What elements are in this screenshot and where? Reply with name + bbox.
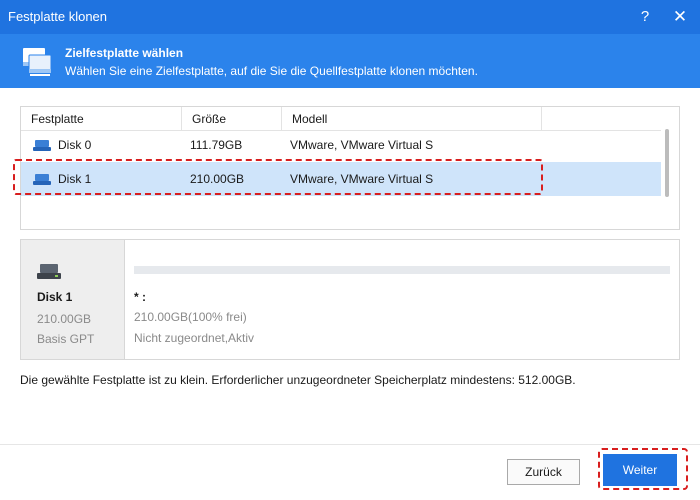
partition-info: 210.00GB(100% frei) xyxy=(134,310,247,324)
disk-icon xyxy=(33,140,51,151)
partition-label: * : xyxy=(134,290,146,304)
disk-summary: Disk 1 210.00GB Basis GPT xyxy=(21,240,125,359)
help-icon[interactable]: ? xyxy=(634,6,656,28)
footer-divider xyxy=(0,444,700,445)
partition-bar xyxy=(134,266,670,274)
step-title: Zielfestplatte wählen xyxy=(65,46,184,60)
detail-disk-name: Disk 1 xyxy=(37,290,73,304)
step-description: Wählen Sie eine Zielfestplatte, auf die … xyxy=(65,64,478,78)
table-row[interactable]: Disk 0 111.79GB VMware, VMware Virtual S xyxy=(21,128,661,162)
disk-clone-icon xyxy=(23,48,52,76)
next-button[interactable]: Weiter xyxy=(603,454,677,486)
disk-name: Disk 0 xyxy=(58,138,92,152)
disk-size: 210.00GB xyxy=(190,172,245,186)
title-bar: Festplatte klonen ? ✕ xyxy=(0,0,700,34)
table-row-selected[interactable]: Disk 1 210.00GB VMware, VMware Virtual S xyxy=(21,162,661,196)
warning-message: Die gewählte Festplatte ist zu klein. Er… xyxy=(20,373,576,387)
table-scrollbar[interactable] xyxy=(665,129,669,197)
back-button[interactable]: Zurück xyxy=(507,459,580,485)
disk-size: 111.79GB xyxy=(190,138,243,152)
close-icon[interactable]: ✕ xyxy=(669,6,691,28)
wizard-header: Zielfestplatte wählen Wählen Sie eine Zi… xyxy=(0,34,700,88)
detail-disk-size: 210.00GB xyxy=(37,312,92,326)
disk-detail-panel: Disk 1 210.00GB Basis GPT * : 210.00GB(1… xyxy=(20,239,680,360)
detail-disk-type: Basis GPT xyxy=(37,332,95,346)
disk-table: Festplatte Größe Modell Disk 0 111.79GB … xyxy=(20,106,680,230)
disk-icon xyxy=(37,264,61,279)
disk-model: VMware, VMware Virtual S xyxy=(290,138,434,152)
window-title: Festplatte klonen xyxy=(8,9,108,24)
partition-status: Nicht zugeordnet,Aktiv xyxy=(134,331,255,345)
disk-icon xyxy=(33,174,51,185)
disk-name: Disk 1 xyxy=(58,172,92,186)
disk-model: VMware, VMware Virtual S xyxy=(290,172,434,186)
